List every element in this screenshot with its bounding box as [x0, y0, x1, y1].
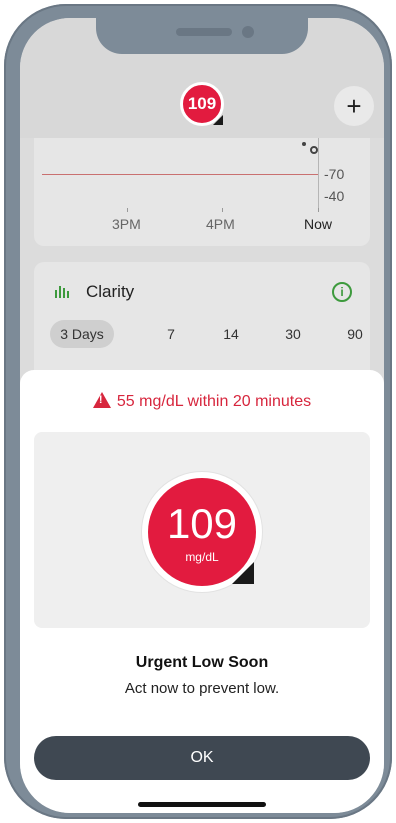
clarity-bars-icon: [55, 286, 69, 298]
graph-point: [302, 142, 306, 146]
glucose-badge-value: 109: [187, 94, 217, 113]
alert-subtitle: Act now to prevent low.: [124, 680, 280, 697]
low-threshold-line: [42, 174, 318, 175]
info-icon[interactable]: i: [332, 282, 352, 302]
graph-current-point: [310, 146, 318, 154]
y-axis-label-70: -70: [324, 166, 345, 182]
x-tick-4pm: [222, 208, 223, 212]
ok-button[interactable]: OK: [34, 736, 370, 780]
alert-sheet: 55 mg/dL within 20 minutes 109 mg/dL Urg…: [20, 370, 384, 813]
x-axis-label-now: Now: [304, 216, 333, 232]
x-axis-label-4pm: 4PM: [206, 216, 235, 232]
glucose-value: 109: [166, 500, 238, 547]
graph-now-line: [318, 138, 319, 208]
alert-title: Urgent Low Soon: [135, 654, 269, 671]
y-axis-label-40: -40: [324, 188, 345, 204]
add-button[interactable]: +: [334, 86, 374, 126]
warning-triangle-icon: [92, 392, 111, 408]
range-tab-90[interactable]: 90: [338, 320, 372, 348]
clarity-title: Clarity: [86, 282, 135, 301]
x-tick-3pm: [127, 208, 128, 212]
camera: [242, 26, 254, 38]
clarity-card[interactable]: Clarity i 3 Days 7 14 30 90: [34, 262, 370, 382]
range-tab-30[interactable]: 30: [276, 320, 310, 348]
trend-arrow-icon: [232, 562, 254, 584]
warning-text: 55 mg/dL within 20 minutes: [116, 393, 312, 410]
home-indicator[interactable]: [138, 802, 266, 807]
warning-message: 55 mg/dL within 20 minutes: [20, 392, 384, 411]
info-icon-glyph: i: [340, 285, 344, 299]
speaker: [176, 28, 232, 36]
x-axis-label-3pm: 3PM: [112, 216, 141, 232]
range-tab-14[interactable]: 14: [214, 320, 248, 348]
glucose-panel: 109 mg/dL: [34, 432, 370, 628]
notch: [96, 18, 308, 54]
glucose-badge-small[interactable]: 109: [180, 82, 224, 126]
glucose-graph-card: -70 -40 3PM 4PM Now: [34, 138, 370, 246]
glucose-badge-ring: 109 mg/dL: [142, 472, 262, 592]
plus-icon: +: [346, 90, 362, 121]
glucose-badge-large: 109 mg/dL: [148, 478, 256, 586]
x-tick-now: [318, 208, 319, 212]
range-tab-7[interactable]: 7: [156, 320, 186, 348]
trend-arrow-icon: [213, 115, 223, 125]
phone-frame: 109 + -70 -40 3PM 4PM Now Clarity i 3 Da…: [4, 4, 392, 819]
screen: 109 + -70 -40 3PM 4PM Now Clarity i 3 Da…: [20, 18, 384, 813]
range-tab-3-days[interactable]: 3 Days: [50, 320, 114, 348]
